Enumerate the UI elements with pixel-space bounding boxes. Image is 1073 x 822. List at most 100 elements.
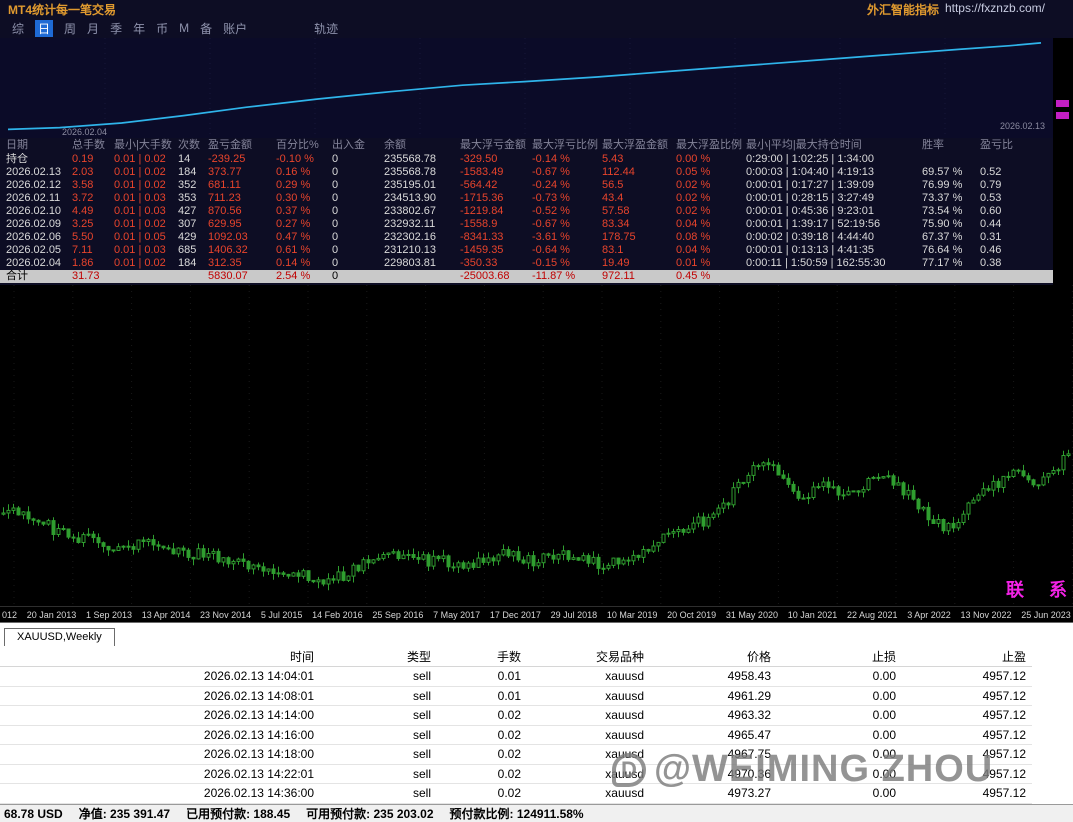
trade-row[interactable]: 2026.02.13 14:36:00sell0.02xauusd4973.27…	[0, 784, 1032, 804]
trades-col-header: 交易品种	[527, 648, 650, 665]
menu-item-币[interactable]: 币	[156, 20, 168, 37]
equity-chart: 2026.02.04 2026.02.13	[0, 38, 1053, 138]
trades-col-header: 止盈	[902, 648, 1032, 665]
menu-item-备[interactable]: 备	[200, 20, 212, 37]
status-segment: 净值: 235 391.47	[79, 805, 170, 822]
chart-tab-bar: XAUUSD,Weekly	[0, 622, 1073, 646]
status-segment: 可用预付款: 235 203.02	[306, 805, 433, 822]
stats-row-2026.02.12: 2026.02.123.580.01 | 0.02352681.110.29 %…	[0, 179, 1053, 192]
stats-indicator-panel: MT4统计每一笔交易 外汇智能指标 https://fxznzb.com/ 综日…	[0, 0, 1073, 285]
time-axis-label: 25 Jun 2023	[1021, 610, 1071, 620]
time-axis-label: 14 Feb 2016	[312, 610, 363, 620]
stats-col-header: 次数	[176, 138, 206, 153]
menu-item-trail[interactable]: 轨迹	[314, 20, 338, 37]
panel-brand-area: 外汇智能指标 https://fxznzb.com/	[867, 1, 1045, 18]
contact-watermark: 联 系	[1006, 576, 1073, 602]
stats-col-header: 百分比%	[274, 138, 330, 153]
equity-curve	[0, 38, 1053, 138]
equity-end-date: 2026.02.13	[1000, 121, 1045, 131]
stats-row-2026.02.09: 2026.02.093.250.01 | 0.02307629.950.27 %…	[0, 218, 1053, 231]
trade-row[interactable]: 2026.02.13 14:22:01sell0.02xauusd4970.36…	[0, 765, 1032, 785]
time-axis-label: 7 May 2017	[433, 610, 480, 620]
menu-item-年[interactable]: 年	[133, 20, 145, 37]
price-axis-strip	[1053, 38, 1073, 285]
time-axis-label: 012	[2, 610, 17, 620]
stats-row-2026.02.11: 2026.02.113.720.01 | 0.03353711.230.30 %…	[0, 192, 1053, 205]
time-axis-label: 3 Apr 2022	[907, 610, 951, 620]
time-axis-label: 31 May 2020	[726, 610, 778, 620]
stats-row-合计: 合计31.735830.072.54 %0-25003.68-11.87 %97…	[0, 270, 1053, 283]
stats-col-header: 最小|大手数	[112, 138, 176, 153]
stats-col-header: 总手数	[70, 138, 112, 153]
trades-table-body: 2026.02.13 14:04:01sell0.01xauusd4958.43…	[0, 667, 1032, 804]
time-axis-label: 20 Jan 2013	[27, 610, 77, 620]
time-axis-label: 17 Dec 2017	[490, 610, 541, 620]
panel-title-bar: MT4统计每一笔交易 外汇智能指标 https://fxznzb.com/	[0, 0, 1073, 18]
stats-col-header: 胜率	[920, 138, 978, 153]
trade-row[interactable]: 2026.02.13 14:16:00sell0.02xauusd4965.47…	[0, 726, 1032, 746]
stats-col-header: 最大浮亏比例	[530, 138, 600, 153]
stats-table-body: 持仓0.190.01 | 0.0214-239.25-0.10 %0235568…	[0, 153, 1053, 283]
time-axis-label: 20 Oct 2019	[667, 610, 716, 620]
panel-title: MT4统计每一笔交易	[8, 1, 116, 18]
candles-svg	[0, 285, 1073, 606]
trades-col-header: 时间	[0, 648, 320, 665]
menu-item-日[interactable]: 日	[35, 20, 53, 37]
status-bar: 68.78 USD 净值: 235 391.47 已用预付款: 188.45 可用预付…	[0, 804, 1073, 822]
mt4-window: MT4统计每一笔交易 外汇智能指标 https://fxznzb.com/ 综日…	[0, 0, 1073, 822]
stats-row-2026.02.10: 2026.02.104.490.01 | 0.03427870.560.37 %…	[0, 205, 1053, 218]
brand-name: 外汇智能指标	[867, 1, 939, 18]
stats-col-header: 最大浮盈比例	[674, 138, 744, 153]
status-segment: 已用预付款: 188.45	[186, 805, 290, 822]
time-axis-label: 13 Nov 2022	[961, 610, 1012, 620]
trade-row[interactable]: 2026.02.13 14:14:00sell0.02xauusd4963.32…	[0, 706, 1032, 726]
trades-col-header: 手数	[437, 648, 527, 665]
menu-item-M[interactable]: M	[179, 21, 189, 35]
stats-row-2026.02.04: 2026.02.041.860.01 | 0.02184312.350.14 %…	[0, 257, 1053, 270]
stats-menu-bar: 综日周月季年币M备账户 轨迹	[0, 18, 1073, 38]
time-axis-label: 25 Sep 2016	[372, 610, 423, 620]
time-axis[interactable]: 01220 Jan 20131 Sep 201313 Apr 201423 No…	[0, 606, 1073, 622]
time-axis-label: 10 Jan 2021	[788, 610, 838, 620]
stats-col-header: 日期	[0, 138, 70, 153]
stats-row-2026.02.06: 2026.02.065.500.01 | 0.054291092.030.47 …	[0, 231, 1053, 244]
trades-col-header: 价格	[650, 648, 777, 665]
stats-col-header: 盈亏金额	[206, 138, 274, 153]
stats-col-header: 出入金	[330, 138, 382, 153]
time-axis-label: 22 Aug 2021	[847, 610, 898, 620]
daily-stats-table: 日期总手数最小|大手数次数盈亏金额百分比%出入金余额最大浮亏金额最大浮亏比例最大…	[0, 138, 1053, 283]
stats-row-2026.02.13: 2026.02.132.030.01 | 0.02184373.770.16 %…	[0, 166, 1053, 179]
chart-tab-xauusd-weekly[interactable]: XAUUSD,Weekly	[4, 628, 115, 646]
stats-col-header: 盈亏比	[978, 138, 1023, 153]
menu-item-周[interactable]: 周	[64, 20, 76, 37]
stats-col-header: 最大浮盈金额	[600, 138, 674, 153]
stats-table-header-row: 日期总手数最小|大手数次数盈亏金额百分比%出入金余额最大浮亏金额最大浮亏比例最大…	[0, 138, 1053, 153]
trades-table-header-row: 时间类型手数交易品种价格止损止盈	[0, 646, 1032, 667]
price-marker-icon	[1056, 112, 1069, 119]
menu-item-综[interactable]: 综	[12, 20, 24, 37]
trade-row[interactable]: 2026.02.13 14:18:00sell0.02xauusd4967.75…	[0, 745, 1032, 765]
stats-col-header: 最小|平均|最大持仓时间	[744, 138, 920, 153]
stats-col-header: 最大浮亏金额	[458, 138, 530, 153]
trades-col-header: 类型	[320, 648, 437, 665]
stats-col-header: 余额	[382, 138, 458, 153]
time-axis-label: 5 Jul 2015	[261, 610, 303, 620]
stats-row-持仓: 持仓0.190.01 | 0.0214-239.25-0.10 %0235568…	[0, 153, 1053, 166]
candlestick-chart[interactable]	[0, 285, 1073, 606]
time-axis-label: 13 Apr 2014	[142, 610, 191, 620]
stats-row-2026.02.05: 2026.02.057.110.01 | 0.036851406.320.61 …	[0, 244, 1053, 257]
status-segment: 68.78 USD	[4, 807, 63, 821]
time-axis-label: 1 Sep 2013	[86, 610, 132, 620]
trade-row[interactable]: 2026.02.13 14:08:01sell0.01xauusd4961.29…	[0, 687, 1032, 707]
menu-item-月[interactable]: 月	[87, 20, 99, 37]
trades-col-header: 止损	[777, 648, 902, 665]
brand-url-link[interactable]: https://fxznzb.com/	[945, 1, 1045, 18]
equity-start-date: 2026.02.04	[62, 127, 107, 137]
menu-item-账户[interactable]: 账户	[223, 20, 247, 37]
trade-row[interactable]: 2026.02.13 14:04:01sell0.01xauusd4958.43…	[0, 667, 1032, 687]
price-marker-icon	[1056, 100, 1069, 107]
time-axis-label: 10 Mar 2019	[607, 610, 658, 620]
menu-item-季[interactable]: 季	[110, 20, 122, 37]
time-axis-label: 29 Jul 2018	[551, 610, 598, 620]
status-segment: 预付款比例: 124911.58%	[450, 805, 584, 822]
